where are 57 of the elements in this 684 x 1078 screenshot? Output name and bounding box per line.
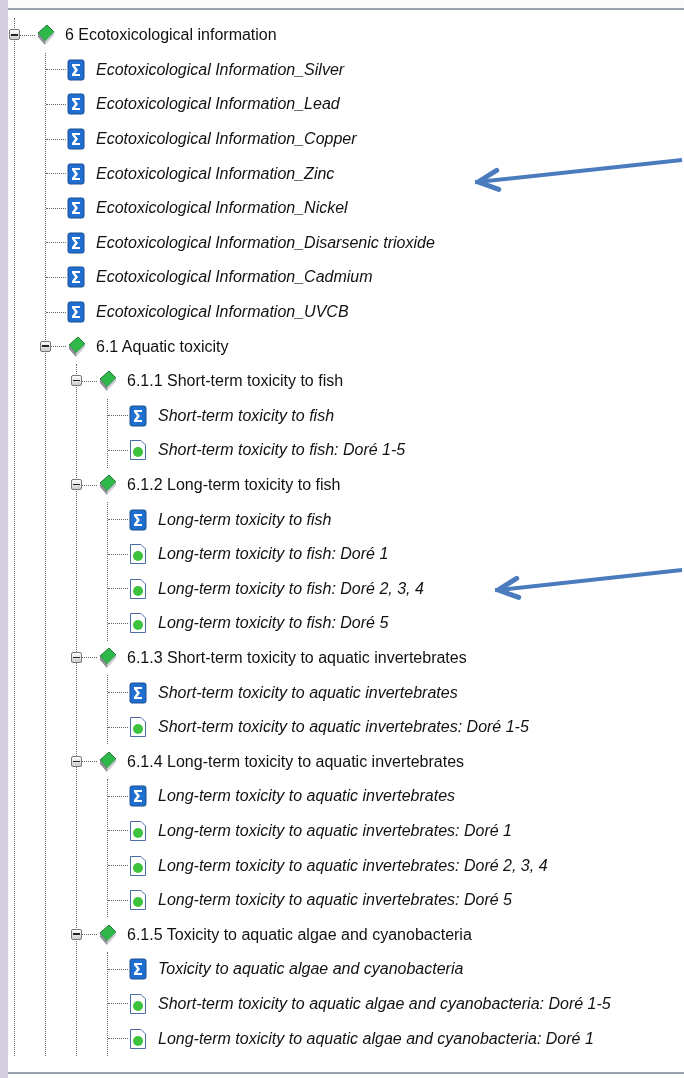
collapse-toggle[interactable]: [71, 375, 82, 387]
tree-item[interactable]: Ecotoxicological Information_Zinc: [96, 164, 335, 183]
tree-item[interactable]: 6.1.3 Short-term toxicity to aquatic invertebrates: [127, 649, 467, 667]
sigma-document-icon: [128, 681, 148, 704]
tree-item[interactable]: Short-term toxicity to aquatic invertebrates: Doré 1-5: [158, 718, 529, 737]
sigma-document-icon: [66, 301, 86, 324]
tree-item[interactable]: Ecotoxicological Information_Cadmium: [96, 268, 373, 287]
tree-item[interactable]: Ecotoxicological Information_Disarsenic trioxide: [96, 233, 435, 252]
book-icon: [97, 370, 117, 393]
book-icon: [66, 335, 86, 358]
book-icon: [97, 647, 117, 669]
collapse-toggle[interactable]: [9, 29, 20, 41]
book-icon: [97, 923, 117, 946]
tree-item[interactable]: Short-term toxicity to fish: Doré 1-5: [158, 441, 406, 460]
tree-item[interactable]: 6.1.2 Long-term toxicity to fish: [127, 476, 341, 494]
tree-item[interactable]: Ecotoxicological Information_Lead: [96, 95, 340, 114]
tree-item[interactable]: Long-term toxicity to aquatic invertebrates: Doré 5: [158, 891, 512, 910]
tree-item[interactable]: Toxicity to aquatic algae and cyanobacteria: [158, 960, 464, 979]
tree-item[interactable]: Long-term toxicity to aquatic invertebrates: Doré 1: [158, 821, 512, 840]
sigma-document-icon: [66, 197, 86, 220]
tree-item[interactable]: Long-term toxicity to fish: [158, 510, 332, 529]
tree-item[interactable]: Long-term toxicity to aquatic invertebrates: Doré 2, 3, 4: [158, 856, 548, 875]
tree-item[interactable]: Long-term toxicity to fish: Doré 1: [158, 545, 389, 564]
book-icon: [97, 750, 117, 773]
tree-item[interactable]: Short-term toxicity to fish: [158, 406, 335, 425]
collapse-toggle[interactable]: [71, 928, 82, 940]
tree-item[interactable]: Short-term toxicity to aquatic invertebrates: [158, 683, 458, 702]
book-icon: [35, 24, 55, 47]
tree-item[interactable]: Ecotoxicological Information_Silver: [96, 60, 345, 79]
collapse-toggle[interactable]: [71, 652, 82, 663]
tree-item[interactable]: 6.1 Aquatic toxicity: [96, 337, 229, 356]
tree-item[interactable]: Long-term toxicity to aquatic algae and cyanobacteria: Doré 1: [158, 1029, 594, 1048]
sigma-document-icon: [66, 162, 86, 185]
tree-item[interactable]: Long-term toxicity to fish: Doré 5: [158, 614, 389, 633]
tree-item[interactable]: Short-term toxicity to aquatic algae and cyanobacteria: Doré 1-5: [158, 994, 611, 1013]
tree-item[interactable]: Long-term toxicity to fish: Doré 2, 3, 4: [158, 579, 424, 598]
sigma-document-icon: [128, 508, 148, 531]
sigma-document-icon: [66, 128, 86, 151]
collapse-toggle[interactable]: [71, 755, 82, 767]
tree-item[interactable]: 6.1.4 Long-term toxicity to aquatic invertebrates: [127, 752, 465, 771]
tree-item[interactable]: 6 Ecotoxicological information: [65, 26, 277, 45]
tree-item[interactable]: Ecotoxicological Information_Nickel: [96, 199, 348, 218]
tree-item[interactable]: 6.1.5 Toxicity to aquatic algae and cyanobacteria: [127, 925, 472, 944]
sigma-document-icon: [128, 958, 148, 981]
sigma-document-icon: [66, 266, 86, 289]
tree-item[interactable]: Ecotoxicological Information_Copper: [96, 130, 357, 149]
tree-item[interactable]: 6.1.1 Short-term toxicity to fish: [127, 372, 344, 391]
tree-item[interactable]: Long-term toxicity to aquatic invertebrates: [158, 787, 456, 806]
sigma-document-icon: [66, 93, 86, 116]
sigma-document-icon: [128, 785, 148, 808]
collapse-toggle[interactable]: [40, 340, 51, 352]
tree-item[interactable]: Ecotoxicological Information_UVCB: [96, 303, 349, 322]
sigma-document-icon: [128, 404, 148, 427]
sigma-document-icon: [66, 231, 86, 254]
sigma-document-icon: [66, 58, 86, 81]
collapse-toggle[interactable]: [71, 479, 82, 490]
book-icon: [97, 474, 117, 496]
